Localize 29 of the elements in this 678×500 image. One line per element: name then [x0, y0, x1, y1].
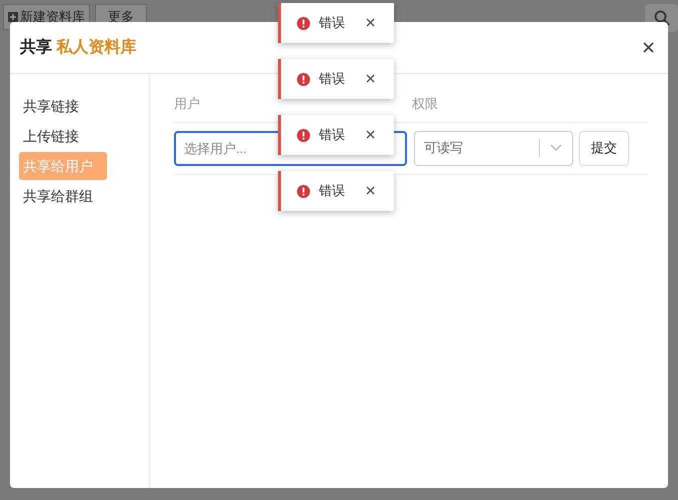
- close-icon: [366, 130, 375, 138]
- permission-select[interactable]: 可读写: [414, 130, 573, 166]
- error-icon: [297, 184, 310, 198]
- close-button[interactable]: [366, 18, 377, 28]
- toast-message: 错误: [319, 14, 345, 32]
- close-button[interactable]: [366, 130, 377, 140]
- dialog-title: 共享 私人资料库: [20, 37, 136, 58]
- plus-icon: [8, 12, 18, 22]
- toast-message: 错误: [319, 70, 345, 88]
- toast-message: 错误: [319, 126, 345, 144]
- sidebar-item[interactable]: 共享给群组: [19, 182, 97, 210]
- toast-message: 错误: [319, 182, 345, 200]
- chevron-down-icon: [550, 144, 562, 152]
- column-header: 用户: [174, 96, 200, 111]
- close-icon: [366, 74, 375, 82]
- column-header: 权限: [412, 96, 438, 111]
- close-icon: [642, 42, 654, 53]
- error-icon: [297, 72, 310, 86]
- error-icon: [297, 128, 310, 142]
- sidebar-item[interactable]: 共享链接: [19, 92, 83, 120]
- close-button[interactable]: [366, 74, 377, 84]
- close-button[interactable]: [366, 186, 377, 196]
- close-icon: [366, 18, 375, 26]
- search-icon: [654, 10, 670, 26]
- sidebar-item[interactable]: 上传链接: [19, 122, 83, 150]
- submit-button[interactable]: 提交: [579, 130, 629, 166]
- close-icon: [366, 186, 375, 194]
- error-icon: [297, 16, 310, 30]
- select-value: 可读写: [423, 139, 464, 158]
